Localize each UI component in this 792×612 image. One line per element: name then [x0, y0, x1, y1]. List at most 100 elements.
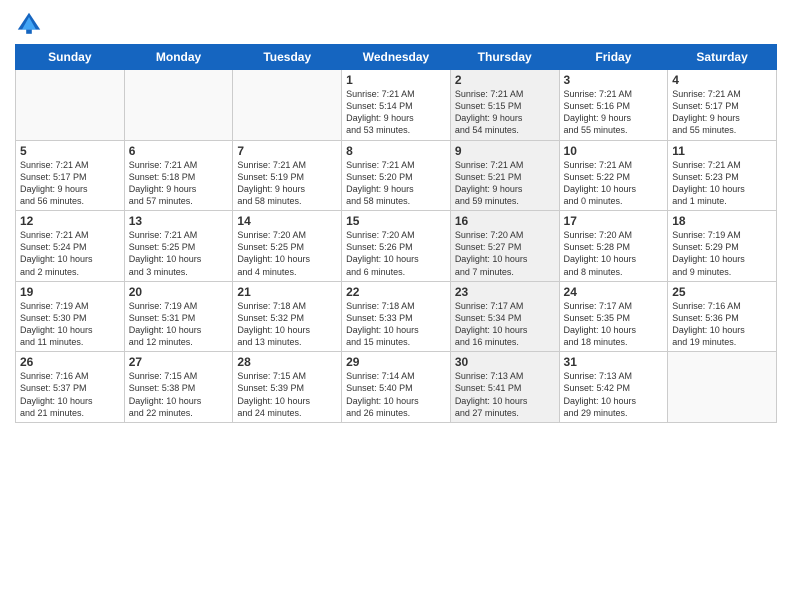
day-cell: 6Sunrise: 7:21 AM Sunset: 5:18 PM Daylig… [124, 140, 233, 211]
header-cell-saturday: Saturday [668, 45, 777, 70]
day-cell: 16Sunrise: 7:20 AM Sunset: 5:27 PM Dayli… [450, 211, 559, 282]
day-cell: 29Sunrise: 7:14 AM Sunset: 5:40 PM Dayli… [342, 352, 451, 423]
day-number: 27 [129, 355, 229, 369]
day-cell: 8Sunrise: 7:21 AM Sunset: 5:20 PM Daylig… [342, 140, 451, 211]
day-cell: 3Sunrise: 7:21 AM Sunset: 5:16 PM Daylig… [559, 70, 668, 141]
day-number: 5 [20, 144, 120, 158]
day-cell: 30Sunrise: 7:13 AM Sunset: 5:41 PM Dayli… [450, 352, 559, 423]
logo [15, 10, 47, 38]
day-number: 19 [20, 285, 120, 299]
day-info: Sunrise: 7:20 AM Sunset: 5:25 PM Dayligh… [237, 229, 337, 278]
day-info: Sunrise: 7:21 AM Sunset: 5:17 PM Dayligh… [20, 159, 120, 208]
day-info: Sunrise: 7:20 AM Sunset: 5:28 PM Dayligh… [564, 229, 664, 278]
day-info: Sunrise: 7:13 AM Sunset: 5:42 PM Dayligh… [564, 370, 664, 419]
day-cell: 20Sunrise: 7:19 AM Sunset: 5:31 PM Dayli… [124, 281, 233, 352]
day-number: 28 [237, 355, 337, 369]
calendar-body: 1Sunrise: 7:21 AM Sunset: 5:14 PM Daylig… [16, 70, 777, 423]
day-cell: 15Sunrise: 7:20 AM Sunset: 5:26 PM Dayli… [342, 211, 451, 282]
logo-icon [15, 10, 43, 38]
day-cell: 9Sunrise: 7:21 AM Sunset: 5:21 PM Daylig… [450, 140, 559, 211]
day-number: 14 [237, 214, 337, 228]
day-cell: 17Sunrise: 7:20 AM Sunset: 5:28 PM Dayli… [559, 211, 668, 282]
day-info: Sunrise: 7:19 AM Sunset: 5:30 PM Dayligh… [20, 300, 120, 349]
day-number: 7 [237, 144, 337, 158]
day-info: Sunrise: 7:21 AM Sunset: 5:24 PM Dayligh… [20, 229, 120, 278]
day-cell: 14Sunrise: 7:20 AM Sunset: 5:25 PM Dayli… [233, 211, 342, 282]
day-info: Sunrise: 7:21 AM Sunset: 5:20 PM Dayligh… [346, 159, 446, 208]
day-info: Sunrise: 7:18 AM Sunset: 5:32 PM Dayligh… [237, 300, 337, 349]
day-cell: 4Sunrise: 7:21 AM Sunset: 5:17 PM Daylig… [668, 70, 777, 141]
week-row-1: 1Sunrise: 7:21 AM Sunset: 5:14 PM Daylig… [16, 70, 777, 141]
week-row-2: 5Sunrise: 7:21 AM Sunset: 5:17 PM Daylig… [16, 140, 777, 211]
day-number: 21 [237, 285, 337, 299]
day-info: Sunrise: 7:13 AM Sunset: 5:41 PM Dayligh… [455, 370, 555, 419]
day-info: Sunrise: 7:21 AM Sunset: 5:23 PM Dayligh… [672, 159, 772, 208]
day-number: 12 [20, 214, 120, 228]
header-cell-thursday: Thursday [450, 45, 559, 70]
header-cell-monday: Monday [124, 45, 233, 70]
day-cell [233, 70, 342, 141]
day-info: Sunrise: 7:19 AM Sunset: 5:31 PM Dayligh… [129, 300, 229, 349]
day-number: 10 [564, 144, 664, 158]
calendar-table: SundayMondayTuesdayWednesdayThursdayFrid… [15, 44, 777, 423]
day-number: 25 [672, 285, 772, 299]
day-info: Sunrise: 7:15 AM Sunset: 5:39 PM Dayligh… [237, 370, 337, 419]
day-info: Sunrise: 7:21 AM Sunset: 5:25 PM Dayligh… [129, 229, 229, 278]
day-info: Sunrise: 7:21 AM Sunset: 5:22 PM Dayligh… [564, 159, 664, 208]
day-number: 23 [455, 285, 555, 299]
day-number: 1 [346, 73, 446, 87]
day-number: 29 [346, 355, 446, 369]
day-cell [16, 70, 125, 141]
day-cell: 24Sunrise: 7:17 AM Sunset: 5:35 PM Dayli… [559, 281, 668, 352]
header-cell-tuesday: Tuesday [233, 45, 342, 70]
day-number: 6 [129, 144, 229, 158]
week-row-4: 19Sunrise: 7:19 AM Sunset: 5:30 PM Dayli… [16, 281, 777, 352]
day-info: Sunrise: 7:19 AM Sunset: 5:29 PM Dayligh… [672, 229, 772, 278]
day-info: Sunrise: 7:17 AM Sunset: 5:34 PM Dayligh… [455, 300, 555, 349]
day-info: Sunrise: 7:16 AM Sunset: 5:37 PM Dayligh… [20, 370, 120, 419]
day-number: 18 [672, 214, 772, 228]
day-info: Sunrise: 7:21 AM Sunset: 5:19 PM Dayligh… [237, 159, 337, 208]
header-cell-friday: Friday [559, 45, 668, 70]
day-cell: 13Sunrise: 7:21 AM Sunset: 5:25 PM Dayli… [124, 211, 233, 282]
week-row-3: 12Sunrise: 7:21 AM Sunset: 5:24 PM Dayli… [16, 211, 777, 282]
day-cell: 11Sunrise: 7:21 AM Sunset: 5:23 PM Dayli… [668, 140, 777, 211]
day-cell: 31Sunrise: 7:13 AM Sunset: 5:42 PM Dayli… [559, 352, 668, 423]
day-cell: 1Sunrise: 7:21 AM Sunset: 5:14 PM Daylig… [342, 70, 451, 141]
day-cell: 19Sunrise: 7:19 AM Sunset: 5:30 PM Dayli… [16, 281, 125, 352]
week-row-5: 26Sunrise: 7:16 AM Sunset: 5:37 PM Dayli… [16, 352, 777, 423]
day-info: Sunrise: 7:16 AM Sunset: 5:36 PM Dayligh… [672, 300, 772, 349]
day-cell: 5Sunrise: 7:21 AM Sunset: 5:17 PM Daylig… [16, 140, 125, 211]
day-number: 24 [564, 285, 664, 299]
day-number: 15 [346, 214, 446, 228]
header-cell-wednesday: Wednesday [342, 45, 451, 70]
day-info: Sunrise: 7:18 AM Sunset: 5:33 PM Dayligh… [346, 300, 446, 349]
day-cell [668, 352, 777, 423]
day-number: 20 [129, 285, 229, 299]
day-cell: 7Sunrise: 7:21 AM Sunset: 5:19 PM Daylig… [233, 140, 342, 211]
day-cell: 18Sunrise: 7:19 AM Sunset: 5:29 PM Dayli… [668, 211, 777, 282]
day-number: 4 [672, 73, 772, 87]
day-cell: 2Sunrise: 7:21 AM Sunset: 5:15 PM Daylig… [450, 70, 559, 141]
day-number: 8 [346, 144, 446, 158]
day-cell: 25Sunrise: 7:16 AM Sunset: 5:36 PM Dayli… [668, 281, 777, 352]
day-number: 26 [20, 355, 120, 369]
day-cell: 28Sunrise: 7:15 AM Sunset: 5:39 PM Dayli… [233, 352, 342, 423]
header-cell-sunday: Sunday [16, 45, 125, 70]
day-number: 11 [672, 144, 772, 158]
day-info: Sunrise: 7:17 AM Sunset: 5:35 PM Dayligh… [564, 300, 664, 349]
day-number: 3 [564, 73, 664, 87]
day-cell: 21Sunrise: 7:18 AM Sunset: 5:32 PM Dayli… [233, 281, 342, 352]
header-row: SundayMondayTuesdayWednesdayThursdayFrid… [16, 45, 777, 70]
day-number: 17 [564, 214, 664, 228]
day-cell: 10Sunrise: 7:21 AM Sunset: 5:22 PM Dayli… [559, 140, 668, 211]
day-number: 13 [129, 214, 229, 228]
page-container: SundayMondayTuesdayWednesdayThursdayFrid… [0, 0, 792, 433]
day-cell: 22Sunrise: 7:18 AM Sunset: 5:33 PM Dayli… [342, 281, 451, 352]
day-info: Sunrise: 7:20 AM Sunset: 5:26 PM Dayligh… [346, 229, 446, 278]
calendar-header: SundayMondayTuesdayWednesdayThursdayFrid… [16, 45, 777, 70]
day-cell: 12Sunrise: 7:21 AM Sunset: 5:24 PM Dayli… [16, 211, 125, 282]
day-cell: 26Sunrise: 7:16 AM Sunset: 5:37 PM Dayli… [16, 352, 125, 423]
day-cell: 23Sunrise: 7:17 AM Sunset: 5:34 PM Dayli… [450, 281, 559, 352]
day-info: Sunrise: 7:21 AM Sunset: 5:18 PM Dayligh… [129, 159, 229, 208]
